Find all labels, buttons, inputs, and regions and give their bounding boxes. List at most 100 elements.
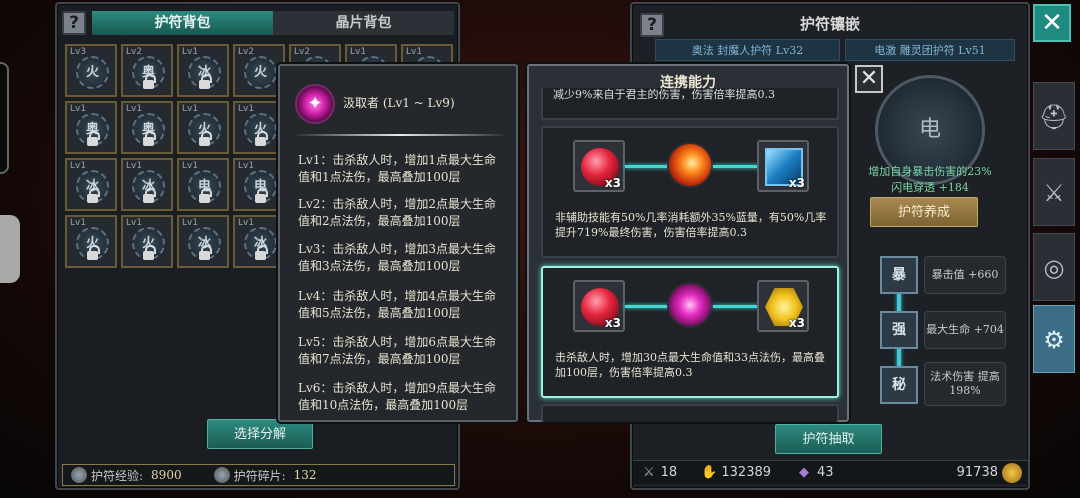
amulet-slot-right[interactable]: 电激 雕灵团护符 Lv51 (845, 39, 1015, 61)
slot-level: Lv1 (350, 47, 367, 57)
attr-crit: 暴击值 +660 (924, 256, 1006, 294)
combo-desc-1: 非辅助技能有50%几率消耗额外35%蓝量，有50%几率提升719%最终伤害，伤害… (555, 211, 827, 239)
fire-skill-icon (667, 142, 713, 188)
panel-title: 护符镶嵌 (799, 15, 860, 33)
gold-gem-slot: x3 (757, 280, 809, 332)
lock-icon (87, 131, 100, 146)
coin-icon (1002, 462, 1022, 483)
link-line (713, 165, 759, 168)
amulet-slot-left[interactable]: 奥法 封魔人护符 Lv32 (655, 39, 840, 61)
inventory-slot[interactable]: Lv1 冰 (177, 44, 229, 97)
divider (295, 134, 505, 136)
effect-line-1: 增加自身暴击伤害的23% (868, 165, 992, 178)
lock-icon (199, 74, 212, 89)
cultivate-button[interactable]: 护符养成 (870, 197, 978, 227)
inventory-slot[interactable]: Lv1 奥 (65, 101, 117, 154)
close-button[interactable]: ✕ (1033, 4, 1071, 42)
inventory-slot[interactable]: Lv2 奥 (121, 44, 173, 97)
inventory-slot[interactable]: Lv1 火 (177, 101, 229, 154)
extract-button[interactable]: 护符抽取 (775, 424, 882, 454)
shard-label: 护符碎片: (233, 468, 286, 483)
slot-level: Lv1 (126, 218, 143, 228)
combo-card-partial: 减少9%来自于君主的伤害，伤害倍率提高0.3 (541, 88, 839, 120)
slot-level: Lv1 (238, 104, 255, 114)
game-screen: ? 护符背包 晶片背包 Lv3 火 Lv2 奥 Lv1 冰 Lv2 火 Lv2 Lv1 Lv1 Lv1… (0, 0, 1080, 498)
slot-level: Lv2 (126, 47, 143, 57)
slot-level: Lv1 (182, 47, 199, 57)
inventory-slot[interactable]: Lv3 火 (65, 44, 117, 97)
inventory-slot[interactable]: Lv1 冰 (177, 215, 229, 268)
sword-icon: ⚔ (643, 465, 655, 480)
lock-icon (199, 245, 212, 260)
help-icon[interactable]: ? (62, 11, 86, 35)
lock-icon (143, 245, 156, 260)
kills-value: 18 (660, 465, 678, 480)
system-edge-tab[interactable] (0, 215, 20, 283)
lock-icon (143, 188, 156, 203)
close-popup-button[interactable]: ✕ (855, 65, 883, 93)
rune-strength[interactable]: 强 (880, 311, 918, 349)
inventory-slot[interactable]: Lv1 火 (121, 215, 173, 268)
decompose-button[interactable]: 选择分解 (207, 419, 313, 449)
gems-value: 43 (817, 465, 834, 480)
level-desc-2: Lv2：击杀敌人时，增加2点最大生命值和2点法伤，最高叠加100层 (298, 197, 497, 228)
lock-icon (143, 74, 156, 89)
level-desc-3: Lv3：击杀敌人时，增加3点最大生命值和3点法伤，最高叠加100层 (298, 242, 497, 273)
system-edge-strip (0, 62, 9, 174)
coins-value: 91738 (956, 465, 998, 480)
lock-icon (199, 131, 212, 146)
level-desc-5: Lv5：击杀敌人时，增加6点最大生命值和7点法伤，最高叠加100层 (298, 335, 497, 366)
exp-label: 护符经验: (91, 468, 144, 483)
skill-detail-popup: ✦ 汲取者 (Lv1 ~ Lv9) Lv1：击杀敌人时，增加1点最大生命值和1点… (278, 64, 518, 422)
rune-secret[interactable]: 秘 (880, 366, 918, 404)
inventory-slot[interactable]: Lv1 电 (177, 158, 229, 211)
shard-value: 132 (293, 468, 317, 482)
level-desc-4: Lv4：击杀敌人时，增加4点最大生命值和5点法伤，最高叠加100层 (298, 289, 497, 320)
slot-level: Lv1 (182, 104, 199, 114)
tab-amulet-bag[interactable]: 护符背包 (92, 11, 273, 35)
inventory-slot[interactable]: Lv1 奥 (121, 101, 173, 154)
amulet-icon: 火 (76, 56, 109, 89)
slot-level: Lv1 (182, 218, 199, 228)
inventory-slot[interactable]: Lv1 火 (65, 215, 117, 268)
gem-icon: ◆ (799, 465, 810, 480)
gem-count: x3 (604, 316, 621, 330)
helmet-icon[interactable]: ⛑ (1033, 82, 1075, 150)
bag-tabs: 护符背包 晶片背包 (92, 11, 454, 35)
gear-icon[interactable]: ⚙ (1033, 305, 1075, 373)
combo-card-3-partial (541, 404, 839, 422)
combo-card-2[interactable]: x3 x3 击杀敌人时，增加30点最大生命值和33点法伤，最高叠加100层，伤害… (541, 266, 839, 398)
slot-level: Lv1 (70, 161, 87, 171)
attr-spell-dmg: 法术伤害 提高 198% (924, 362, 1006, 406)
target-icon[interactable]: ◎ (1033, 233, 1075, 301)
hand-icon: ✋ (701, 465, 718, 480)
lock-icon (87, 188, 100, 203)
slot-level: Lv1 (238, 161, 255, 171)
swords-icon[interactable]: ⚔ (1033, 158, 1075, 226)
gem-count: x3 (604, 176, 621, 190)
lock-icon (255, 131, 268, 146)
shard-icon (213, 467, 230, 483)
link-line (713, 305, 759, 308)
level-desc-6: Lv6：击杀敌人时，增加9点最大生命值和10点法伤，最高叠加100层 (298, 381, 497, 412)
rune-crit[interactable]: 暴 (880, 256, 918, 294)
combo-card-1[interactable]: x3 x3 非辅助技能有50%几率消耗额外35%蓝量，有50%几率提升719%最… (541, 126, 839, 258)
skill-title: 汲取者 (Lv1 ~ Lv9) (343, 96, 455, 110)
level-desc-1: Lv1：击杀敌人时，增加1点最大生命值和1点法伤，最高叠加100层 (298, 153, 497, 184)
red-gem-slot: x3 (573, 140, 625, 192)
inventory-slot[interactable]: Lv1 冰 (65, 158, 117, 211)
exp-value: 8900 (151, 468, 182, 482)
exp-icon (71, 467, 87, 483)
slot-level: Lv1 (126, 104, 143, 114)
inventory-slot[interactable]: Lv1 冰 (121, 158, 173, 211)
gem-count: x3 (788, 316, 805, 330)
combo-desc-2: 击杀敌人时，增加30点最大生命值和33点法伤，最高叠加100层，伤害倍率提高0.… (555, 351, 825, 379)
slot-level: Lv2 (294, 47, 311, 57)
lock-icon (255, 188, 268, 203)
gem-count: x3 (788, 176, 805, 190)
blue-gem-slot: x3 (757, 140, 809, 192)
tab-chip-bag[interactable]: 晶片背包 (273, 11, 454, 35)
slot-level: Lv1 (238, 218, 255, 228)
red-gem-slot: x3 (573, 280, 625, 332)
resource-bar: ⚔ 18 ✋ 132389 ◆ 43 91738 (633, 460, 1028, 484)
